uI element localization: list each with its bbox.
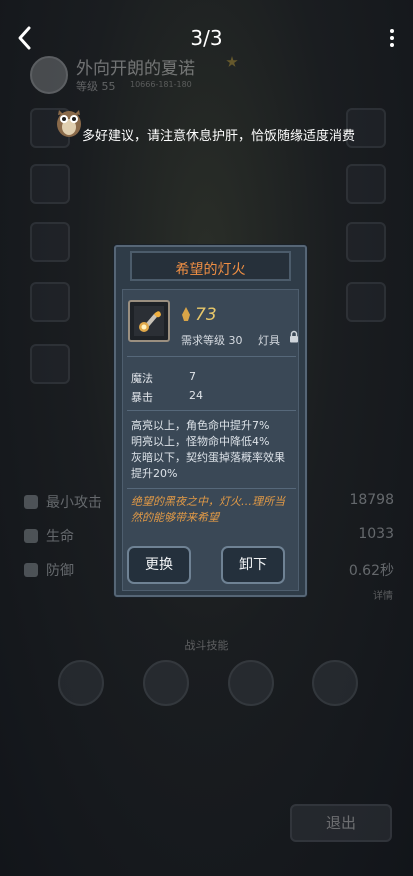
skill-slot-3[interactable] <box>228 660 274 706</box>
effect-line: 灰暗以下，契约蛋掉落概率效果 <box>131 451 285 464</box>
skill-slot-1[interactable] <box>58 660 104 706</box>
player-level: 等级 55 <box>76 80 116 93</box>
effect-line: 高亮以上，角色命中提升7% <box>131 419 270 432</box>
attribute-name: 魔法 <box>131 372 153 385</box>
equip-slot-armor[interactable] <box>30 164 70 204</box>
lore-line: 绝望的黑夜之中，灯火…理所当 <box>131 495 285 508</box>
skills-title: 战斗技能 <box>184 639 229 652</box>
effect-line: 明亮以上，怪物命中降低4% <box>131 435 270 448</box>
shield-icon <box>24 563 38 577</box>
equipment-screen: 3/3 外向开朗的夏诺 等级 55 10666-181-180 最小攻击 187… <box>0 0 413 876</box>
detail-link[interactable]: 详情 <box>373 587 393 602</box>
item-effect: 高亮以上，角色命中提升7% 明亮以上，怪物命中降低4% 灰暗以下，契约蛋掉落概率… <box>131 418 296 482</box>
attribute-crit: 暴击 24 <box>131 389 203 405</box>
player-name: 外向开朗的夏诺 <box>76 59 195 79</box>
item-lore: 绝望的黑夜之中，灯火…理所当 然的能够带来希望 <box>131 494 296 526</box>
equip-slot-lamp[interactable] <box>346 282 386 322</box>
item-detail-modal: 希望的灯火 73 需求等级 30 灯具 魔法 7 暴击 24 高亮以上，角色命中… <box>114 245 307 597</box>
item-lamp-icon <box>128 300 170 342</box>
lock-icon[interactable] <box>289 330 299 343</box>
stat-label: 防御 <box>46 563 74 579</box>
flame-icon <box>182 307 190 321</box>
star-icon <box>226 56 238 67</box>
owl-mascot-icon <box>57 110 81 137</box>
item-power: 73 <box>181 305 217 325</box>
stat-value: 0.62秒 <box>348 563 394 579</box>
lore-line: 然的能够带来希望 <box>131 511 219 524</box>
stat-label: 最小攻击 <box>46 495 102 511</box>
attribute-value: 7 <box>189 370 196 383</box>
required-level: 需求等级 30 <box>181 334 243 347</box>
player-id: 10666-181-180 <box>130 80 192 89</box>
stat-value: 18798 <box>349 492 394 508</box>
heart-icon <box>24 529 38 543</box>
equip-slot-helmet[interactable] <box>30 222 70 262</box>
equip-slot-cape[interactable] <box>30 344 70 384</box>
replace-button[interactable]: 更换 <box>127 546 191 584</box>
skill-slot-4[interactable] <box>312 660 358 706</box>
skill-slot-2[interactable] <box>143 660 189 706</box>
exit-button[interactable]: 退出 <box>290 804 392 842</box>
sword-icon <box>24 495 38 509</box>
equip-slot-amulet[interactable] <box>346 222 386 262</box>
tip-text: 多好建议，请注意休息护肝，恰饭随缘适度消费 <box>82 129 356 144</box>
unequip-button[interactable]: 卸下 <box>221 546 285 584</box>
effect-line: 提升20% <box>131 467 178 480</box>
modal-header: 希望的灯火 <box>116 247 305 285</box>
attribute-magic: 魔法 7 <box>131 370 196 386</box>
equip-slot-accessory[interactable] <box>346 164 386 204</box>
item-power-value: 73 <box>195 305 217 325</box>
item-title: 希望的灯火 <box>175 262 246 278</box>
divider <box>127 356 296 357</box>
equip-slot-ring[interactable] <box>30 282 70 322</box>
item-type: 灯具 <box>258 334 280 347</box>
page-indicator: 3/3 <box>190 26 223 50</box>
attribute-value: 24 <box>189 389 203 402</box>
more-options-icon[interactable] <box>387 26 397 50</box>
stat-value: 1033 <box>358 526 394 542</box>
player-info: 外向开朗的夏诺 等级 55 10666-181-180 <box>30 52 330 102</box>
divider <box>127 488 296 489</box>
modal-body: 73 需求等级 30 灯具 魔法 7 暴击 24 高亮以上，角色命中提升7% 明… <box>122 289 299 591</box>
avatar <box>30 56 68 94</box>
stat-label: 生命 <box>46 529 74 545</box>
attribute-name: 暴击 <box>131 391 153 404</box>
divider <box>127 410 296 411</box>
